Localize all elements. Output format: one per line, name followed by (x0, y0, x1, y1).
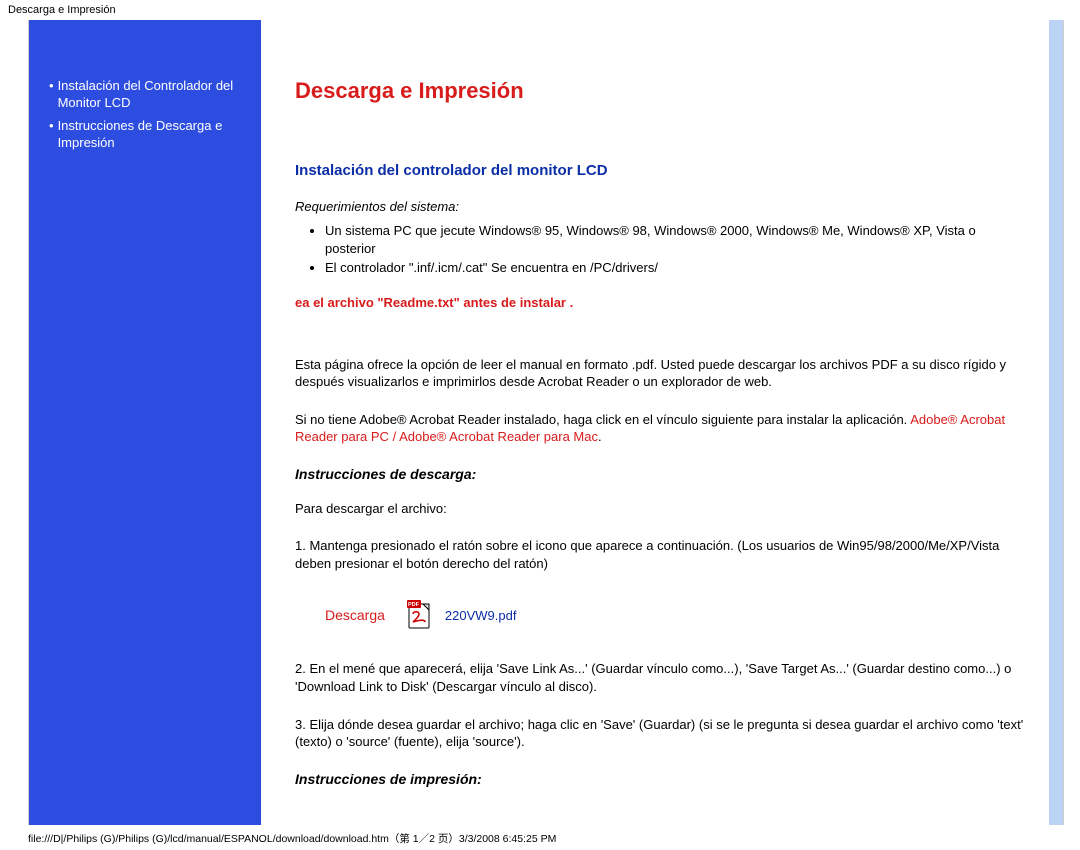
svg-text:PDF: PDF (408, 602, 420, 608)
pdf-filename-link[interactable]: 220VW9.pdf (445, 608, 517, 623)
acrobat-mac-link[interactable]: Adobe® Acrobat Reader para Mac (399, 429, 598, 444)
download-step-3: 3. Elija dónde desea guardar el archivo;… (295, 716, 1025, 751)
page-wrap: • Instalación del Controlador del Monito… (28, 20, 1064, 825)
main-content: Descarga e Impresión Instalación del con… (261, 20, 1049, 825)
acrobat-text-suffix: . (598, 429, 602, 444)
bullet-icon: • (49, 78, 54, 95)
right-accent-strip (1049, 20, 1063, 825)
footer-path: file:///D|/Philips (G)/Philips (G)/lcd/m… (0, 825, 1080, 850)
download-intro: Para descargar el archivo: (295, 500, 1025, 518)
subheading-download-instructions: Instrucciones de descarga: (295, 466, 1025, 482)
download-step-2: 2. En el mené que aparecerá, elija 'Save… (295, 660, 1025, 695)
subheading-print-instructions: Instrucciones de impresión: (295, 771, 1025, 787)
requirements-heading: Requerimientos del sistema: (295, 199, 1025, 214)
download-row: Descarga PDF 220VW9.pdf (325, 600, 1025, 630)
bullet-icon: • (49, 118, 54, 135)
page-title: Descarga e Impresión (295, 78, 1025, 104)
separator: / (389, 429, 399, 444)
section-heading-install: Instalación del controlador del monitor … (295, 162, 1025, 179)
acrobat-text-prefix: Si no tiene Adobe® Acrobat Reader instal… (295, 412, 910, 427)
left-accent-strip (29, 20, 43, 825)
paragraph-pdf-info: Esta página ofrece la opción de leer el … (295, 356, 1025, 391)
download-step-1: 1. Mantenga presionado el ratón sobre el… (295, 537, 1025, 572)
requirement-item: El controlador ".inf/.icm/.cat" Se encue… (325, 259, 1025, 277)
pdf-download[interactable]: PDF 220VW9.pdf (407, 600, 517, 630)
sidebar-list: • Instalación del Controlador del Monito… (49, 78, 255, 152)
sidebar-item-download-print[interactable]: • Instrucciones de Descarga e Impresión (49, 118, 255, 152)
window-header: Descarga e Impresión (0, 0, 1080, 20)
readme-warning: ea el archivo "Readme.txt" antes de inst… (295, 295, 1025, 310)
sidebar-item-label: Instrucciones de Descarga e Impresión (58, 118, 255, 152)
requirements-list: Un sistema PC que jecute Windows® 95, Wi… (325, 222, 1025, 277)
sidebar-item-label: Instalación del Controlador del Monitor … (58, 78, 255, 112)
requirement-item: Un sistema PC que jecute Windows® 95, Wi… (325, 222, 1025, 257)
pdf-icon: PDF (407, 600, 435, 630)
sidebar: • Instalación del Controlador del Monito… (43, 20, 261, 825)
download-label: Descarga (325, 607, 385, 623)
paragraph-acrobat-links: Si no tiene Adobe® Acrobat Reader instal… (295, 411, 1025, 446)
sidebar-item-install-driver[interactable]: • Instalación del Controlador del Monito… (49, 78, 255, 112)
